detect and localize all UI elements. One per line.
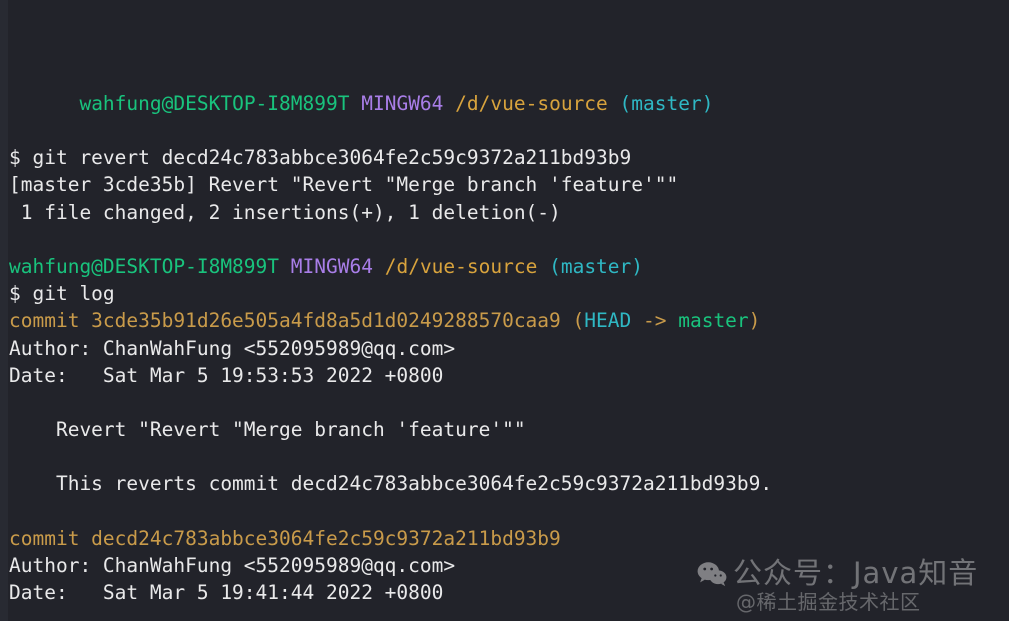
- terminal-line-date-1: Date: Sat Mar 5 19:53:53 2022 +0800: [9, 362, 1009, 389]
- clipped-branch: (master): [619, 91, 714, 115]
- terminal-line-revert-result: [master 3cde35b] Revert "Revert "Merge b…: [9, 171, 1009, 198]
- text-segment: $ git revert decd24c783abbce3064fe2c59c9…: [9, 146, 632, 170]
- text-segment: wahfung@DESKTOP-I8M899T: [9, 254, 280, 278]
- terminal-line-blank-4: [9, 498, 1009, 525]
- terminal-line-prompt-line: wahfung@DESKTOP-I8M899T MINGW64 /d/vue-s…: [9, 253, 1009, 280]
- text-segment: Date: Sat Mar 5 19:41:44 2022 +0800: [9, 581, 444, 605]
- terminal-line-commit-2: commit decd24c783abbce3064fe2c59c9372a21…: [9, 525, 1009, 552]
- terminal-line-cmd-log: $ git log: [9, 280, 1009, 307]
- clipped-path: /d/vue-source: [455, 91, 608, 115]
- text-segment: (: [572, 309, 585, 333]
- terminal-line-blank-2: [9, 389, 1009, 416]
- text-segment: commit 3cde35b91d26e505a4fd8a5d1d0249288…: [9, 309, 573, 333]
- text-segment: 1 file changed, 2 insertions(+), 1 delet…: [9, 200, 561, 224]
- text-segment: [373, 255, 385, 278]
- text-segment: Date: Sat Mar 5 19:53:53 2022 +0800: [9, 363, 444, 387]
- text-segment: commit decd24c783abbce3064fe2c59c9372a21…: [9, 526, 561, 550]
- text-segment: [537, 255, 549, 278]
- text-segment: [279, 255, 291, 278]
- terminal-line-msg-1-body: This reverts commit decd24c783abbce3064f…: [9, 470, 1009, 497]
- text-segment: This reverts commit decd24c783abbce3064f…: [9, 472, 773, 496]
- text-segment: $ git log: [9, 282, 115, 306]
- text-segment: /d/vue-source: [384, 254, 538, 278]
- text-segment: MINGW64: [290, 254, 373, 278]
- terminal-output-buffer: wahfung@DESKTOP-I8M899T MINGW64 /d/vue-s…: [0, 0, 1009, 621]
- terminal-lines: $ git revert decd24c783abbce3064fe2c59c9…: [9, 144, 1009, 621]
- terminal-window[interactable]: wahfung@DESKTOP-I8M899T MINGW64 /d/vue-s…: [0, 0, 1009, 621]
- clipped-prompt-line: wahfung@DESKTOP-I8M899T MINGW64 /d/vue-s…: [9, 63, 1009, 115]
- terminal-line-blank-5: [9, 606, 1009, 621]
- text-segment: [master 3cde35b] Revert "Revert "Merge b…: [9, 173, 679, 197]
- clipped-shell-name: MINGW64: [361, 91, 444, 115]
- text-segment: Author: ChanWahFung <552095989@qq.com>: [9, 554, 456, 578]
- text-segment: ->: [631, 309, 679, 333]
- terminal-line-author-1: Author: ChanWahFung <552095989@qq.com>: [9, 335, 1009, 362]
- terminal-line-msg-1-subject: Revert "Revert "Merge branch 'feature'"": [9, 416, 1009, 443]
- text-segment: Revert "Revert "Merge branch 'feature'"": [9, 418, 526, 442]
- text-segment: (master): [549, 254, 644, 278]
- terminal-line-date-2: Date: Sat Mar 5 19:41:44 2022 +0800: [9, 579, 1009, 606]
- text-segment: HEAD: [584, 309, 632, 333]
- text-segment: ): [748, 309, 761, 333]
- text-segment: Author: ChanWahFung <552095989@qq.com>: [9, 336, 456, 360]
- terminal-line-revert-stat: 1 file changed, 2 insertions(+), 1 delet…: [9, 199, 1009, 226]
- clipped-user-host: wahfung@DESKTOP-I8M899T: [79, 91, 350, 115]
- terminal-line-blank-3: [9, 443, 1009, 470]
- terminal-line-author-2: Author: ChanWahFung <552095989@qq.com>: [9, 552, 1009, 579]
- terminal-line-cmd-revert: $ git revert decd24c783abbce3064fe2c59c9…: [9, 144, 1009, 171]
- terminal-line-commit-1: commit 3cde35b91d26e505a4fd8a5d1d0249288…: [9, 307, 1009, 334]
- text-segment: master: [678, 309, 749, 333]
- terminal-line-blank-1: [9, 226, 1009, 253]
